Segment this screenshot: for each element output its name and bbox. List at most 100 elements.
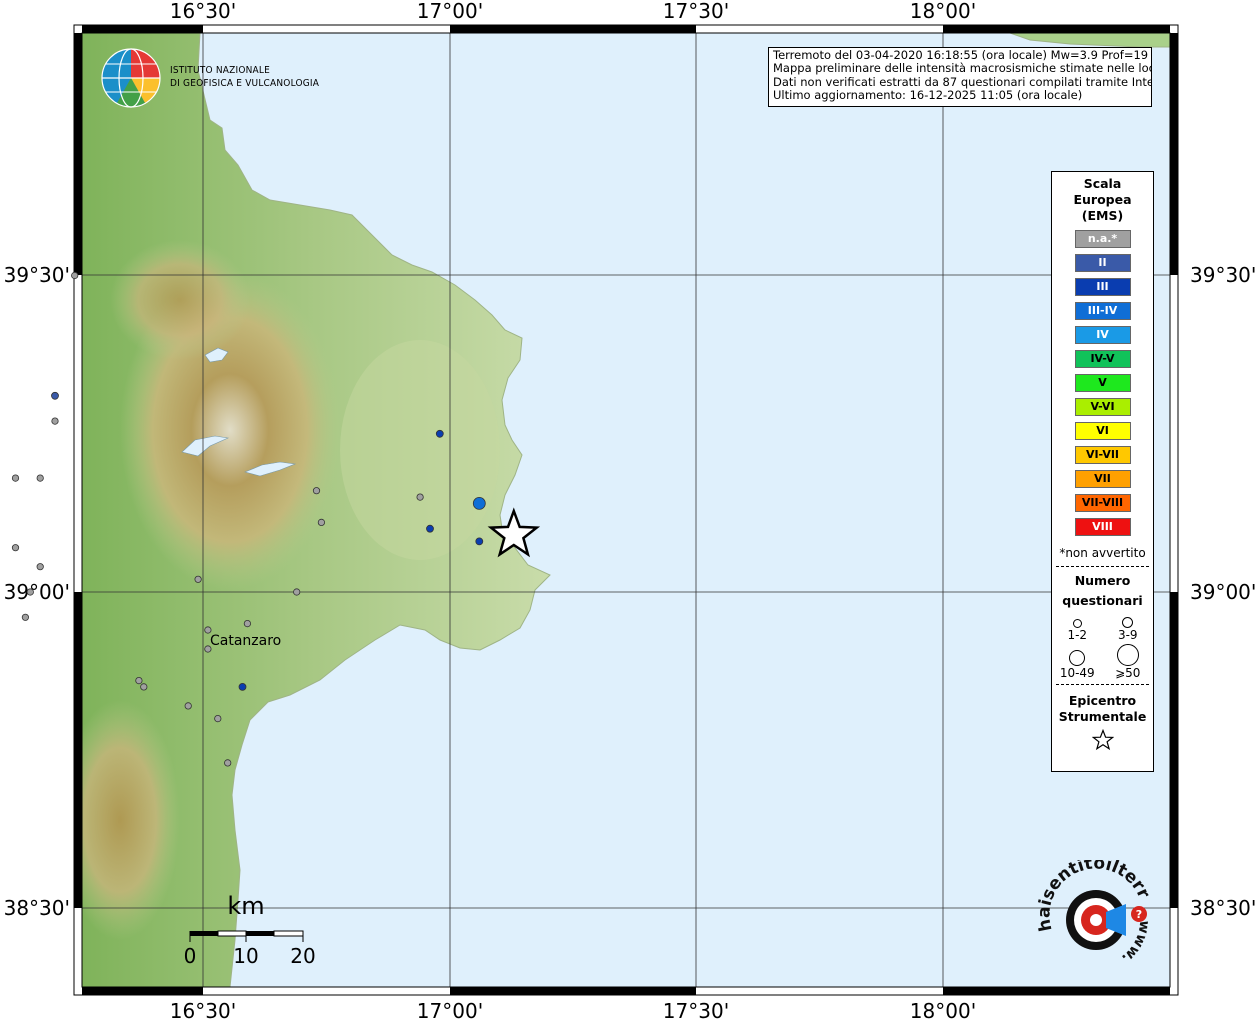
ingv-line-2: DI GEOFISICA E VULCANOLOGIA	[170, 78, 320, 89]
intensity-point	[184, 702, 192, 710]
count-class-10-49: 10-49	[1052, 644, 1103, 680]
right-label-2: 39°00'	[1190, 580, 1255, 604]
left-label-2: 39°00'	[4, 580, 70, 604]
legend-note: *non avvertito	[1059, 546, 1146, 560]
count-title-line: questionari	[1062, 593, 1143, 608]
top-label-1: 16°30'	[170, 0, 236, 23]
count-circle-small	[1072, 619, 1082, 628]
ems-swatch: III-IV	[1074, 302, 1131, 320]
intensity-point	[435, 429, 444, 438]
ems-swatch: VIII	[1074, 518, 1131, 536]
bottom-label-3: 17°30'	[663, 999, 729, 1023]
epicenter-title-line: Strumentale	[1058, 709, 1147, 724]
ems-swatch: VI-VII	[1074, 446, 1131, 464]
intensity-point	[51, 417, 59, 425]
scale-segment	[273, 930, 304, 937]
intensity-point	[472, 496, 486, 510]
intensity-point	[204, 626, 212, 634]
intensity-point	[293, 588, 301, 596]
intensity-point	[475, 537, 484, 546]
intensity-point	[426, 524, 434, 533]
count-title-line: Numero	[1074, 573, 1131, 588]
count-label: 10-49	[1059, 666, 1095, 680]
scale-segment	[217, 930, 247, 937]
legend-divider	[1056, 566, 1149, 567]
intensity-point	[204, 645, 212, 653]
count-title: Numero questionari	[1052, 571, 1153, 611]
scale-segment	[246, 931, 274, 936]
top-label-4: 18°00'	[910, 0, 976, 23]
scale-tick-20: 20	[290, 944, 315, 968]
ems-swatch: V-VI	[1074, 398, 1131, 416]
intensity-point	[214, 714, 222, 723]
right-label-3: 38°30'	[1190, 896, 1255, 920]
count-label: 3-9	[1117, 628, 1138, 642]
intensity-point	[21, 613, 29, 621]
legend-title-line: Scala	[1083, 176, 1122, 191]
intensity-point	[194, 575, 202, 583]
svg-text:?: ?	[1136, 908, 1142, 921]
scale-unit: km	[227, 892, 264, 920]
intensity-point	[36, 474, 44, 482]
count-circle-large	[1069, 650, 1086, 666]
intensity-point	[317, 518, 325, 527]
legend-panel: Scala Europea (EMS) n.a.* II III III-IV IV IV…	[1051, 171, 1154, 772]
top-label-2: 17°00'	[417, 0, 483, 23]
bottom-label-1: 16°30'	[170, 999, 236, 1023]
epicenter-title-line: Epicentro	[1068, 693, 1137, 708]
count-label: 1-2	[1067, 628, 1088, 642]
scale-segment	[190, 931, 218, 936]
scale-tick-0: 0	[184, 944, 197, 968]
info-line-4: Ultimo aggiornamento: 16-12-2025 11:05 (…	[773, 87, 1083, 102]
ingv-logo-text: ISTITUTO NAZIONALE DI GEOFISICA E VULCAN…	[170, 64, 319, 90]
haisentito-logo-icon: haisentitoilterremoto.it www. ?	[1030, 860, 1154, 967]
count-class-3-9: 3-9	[1103, 617, 1154, 642]
ems-swatch: VII-VIII	[1074, 494, 1131, 512]
hills-east	[340, 340, 500, 560]
info-line-1: Terremoto del 03-04-2020 16:18:55 (ora l…	[773, 48, 1152, 62]
ems-swatches: n.a.* II III III-IV IV IV-V V V-VI VI VI-VII VII VI…	[1052, 230, 1153, 536]
intensity-point	[312, 487, 321, 495]
intensity-point	[11, 474, 20, 482]
intensity-point	[416, 493, 424, 501]
ems-swatch: IV	[1074, 326, 1131, 344]
intensity-point	[238, 683, 247, 691]
count-circle-medium	[1122, 617, 1134, 628]
ingv-line-1: ISTITUTO NAZIONALE	[170, 65, 270, 76]
town-label: Catanzaro	[210, 633, 281, 649]
mountains-sila-north	[110, 240, 250, 360]
ems-swatch: II	[1074, 254, 1131, 272]
intensity-point	[36, 563, 44, 571]
ingv-globe-icon	[101, 48, 161, 108]
intensity-point	[140, 683, 148, 691]
legend-divider	[1056, 684, 1149, 685]
right-label-1: 39°30'	[1190, 263, 1255, 287]
ems-swatch: n.a.*	[1074, 230, 1131, 248]
star-icon	[1091, 728, 1114, 751]
ems-swatch: VII	[1074, 470, 1131, 488]
intensity-point	[224, 759, 232, 767]
top-label-3: 17°30'	[663, 0, 729, 23]
count-circle-xlarge	[1116, 644, 1139, 666]
count-class-50-plus: ⩾50	[1103, 644, 1154, 680]
intensity-point	[71, 271, 79, 280]
intensity-point	[26, 588, 34, 596]
intensity-point	[51, 391, 59, 400]
intensity-point	[135, 676, 143, 685]
ems-swatch: III	[1074, 278, 1131, 296]
ems-swatch: VI	[1074, 422, 1131, 440]
info-line-2: Mappa preliminare delle intensità macros…	[773, 61, 1152, 76]
event-info-box: Terremoto del 03-04-2020 16:18:55 (ora l…	[768, 47, 1152, 107]
legend-title-line: Europea	[1073, 192, 1132, 207]
info-line-3: Dati non verificati estratti da 87 quest…	[773, 74, 1152, 89]
ems-swatch: IV-V	[1074, 350, 1131, 368]
left-label-1: 39°30'	[4, 263, 70, 287]
count-classes: 1-2 3-9 10-49 ⩾50	[1052, 617, 1153, 680]
ems-swatch: V	[1074, 374, 1131, 392]
left-label-3: 38°30'	[4, 896, 70, 920]
scale-tick-10: 10	[233, 944, 258, 968]
intensity-point	[243, 619, 251, 628]
legend-title: Scala Europea (EMS)	[1052, 176, 1153, 224]
legend-title-line: (EMS)	[1081, 208, 1124, 223]
count-label: ⩾50	[1115, 666, 1141, 680]
